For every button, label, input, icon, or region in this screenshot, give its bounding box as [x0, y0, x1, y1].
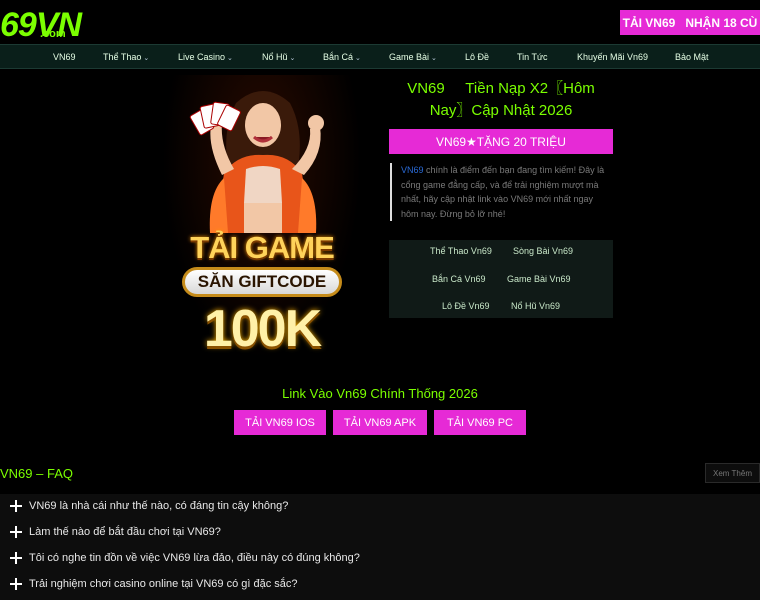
- faq-item[interactable]: Làm thế nào để bắt đầu chơi tại VN69?: [10, 526, 221, 538]
- nav-item-ban-ca[interactable]: Bắn Cá ⌄: [323, 52, 361, 62]
- faq-question: VN69 là nhà cái như thế nào, có đáng tin…: [29, 500, 289, 512]
- bonus-cta-button[interactable]: VN69★TẶNG 20 TRIỆU: [389, 129, 613, 154]
- vn69-link[interactable]: VN69: [401, 165, 424, 175]
- quick-link-ban-ca[interactable]: Bắn Cá Vn69: [432, 274, 486, 284]
- chevron-down-icon: ⌄: [289, 55, 296, 62]
- quick-link-lo-de[interactable]: Lô Đề Vn69: [442, 301, 490, 311]
- intro-text: chính là điểm đến bạn đang tìm kiếm! Đây…: [401, 165, 605, 219]
- nav-label: Tin Tức: [517, 52, 548, 62]
- nav-item-tin-tuc[interactable]: Tin Tức: [517, 52, 548, 62]
- faq-item[interactable]: Tôi có nghe tin đồn về việc VN69 lừa đảo…: [10, 552, 360, 564]
- chevron-down-icon: ⌄: [355, 55, 361, 62]
- nav-label: Khuyến Mãi Vn69: [577, 52, 649, 62]
- cta-label-left: TẢI VN69: [622, 15, 676, 30]
- quick-links-panel: Thể Thao Vn69 Sòng Bài Vn69 Bắn Cá Vn69 …: [389, 240, 613, 318]
- faq-item[interactable]: Trải nghiệm chơi casino online tại VN69 …: [10, 578, 298, 590]
- chevron-down-icon: ⌄: [143, 55, 150, 62]
- quick-link-game-bai[interactable]: Game Bài Vn69: [507, 274, 571, 284]
- nav-item-lo-de[interactable]: Lô Đề: [465, 52, 489, 62]
- nav-label: Thể Thao: [103, 52, 142, 62]
- faq-question: Tôi có nghe tin đồn về việc VN69 lừa đảo…: [29, 552, 360, 564]
- nav-label: Nổ Hũ: [262, 52, 288, 62]
- nav-label: Bảo Mật: [675, 52, 709, 62]
- see-more-button[interactable]: Xem Thêm: [705, 463, 760, 483]
- plus-icon: [10, 526, 22, 538]
- promo-amount: 100K: [203, 300, 322, 358]
- nav-label: Bắn Cá: [323, 52, 354, 62]
- faq-question: Trải nghiệm chơi casino online tại VN69 …: [29, 578, 298, 590]
- site-logo[interactable]: 69VN .com: [0, 2, 82, 42]
- quick-link-song-bai[interactable]: Sòng Bài Vn69: [513, 246, 573, 256]
- nav-item-bao-mat[interactable]: Bảo Mật: [675, 52, 709, 62]
- chevron-down-icon: ⌄: [227, 55, 233, 62]
- download-pc-button[interactable]: TẢI VN69 PC: [434, 410, 526, 435]
- nav-label: Live Casino: [178, 52, 226, 62]
- nav-item-khuyen-mai[interactable]: Khuyến Mãi Vn69: [577, 52, 648, 62]
- promo-headline: TẢI GAME: [190, 230, 335, 265]
- giftcode-badge: SĂN GIFTCODE: [182, 267, 342, 297]
- plus-icon: [10, 552, 22, 564]
- nav-item-no-hu[interactable]: Nổ Hũ ⌄: [262, 52, 295, 62]
- plus-icon: [10, 578, 22, 590]
- site-header: 69VN .com TẢI VN69 NHẬN 18 CÙ: [0, 0, 760, 44]
- download-apk-button[interactable]: TẢI VN69 APK: [333, 410, 427, 435]
- quick-link-the-thao[interactable]: Thể Thao Vn69: [430, 246, 492, 256]
- model-illustration: [189, 91, 324, 233]
- nav-item-the-thao[interactable]: Thể Thao ⌄: [103, 52, 149, 62]
- intro-paragraph: VN69 chính là điểm đến bạn đang tìm kiếm…: [390, 163, 612, 221]
- chevron-down-icon: ⌄: [431, 55, 437, 62]
- plus-icon: [10, 500, 22, 512]
- faq-list: VN69 là nhà cái như thế nào, có đáng tin…: [0, 494, 760, 600]
- cta-label-right: NHẬN 18 CÙ: [685, 15, 758, 30]
- download-ios-button[interactable]: TẢI VN69 IOS: [234, 410, 326, 435]
- nav-item-game-bai[interactable]: Game Bài ⌄: [389, 52, 437, 62]
- nav-label: VN69: [53, 52, 76, 62]
- download-section-title: Link Vào Vn69 Chính Thống 2026: [282, 386, 478, 401]
- faq-question: Làm thế nào để bắt đầu chơi tại VN69?: [29, 526, 221, 538]
- logo-domain: .com: [40, 28, 66, 40]
- nav-label: Game Bài: [389, 52, 430, 62]
- nav-label: Lô Đề: [465, 52, 490, 62]
- faq-item[interactable]: VN69 là nhà cái như thế nào, có đáng tin…: [10, 500, 288, 512]
- faq-title: VN69 – FAQ: [0, 466, 73, 481]
- download-cta-button[interactable]: TẢI VN69 NHẬN 18 CÙ: [620, 10, 760, 35]
- promo-banner-image[interactable]: TẢI GAME SĂN GIFTCODE 100K: [162, 75, 362, 360]
- quick-link-no-hu[interactable]: Nổ Hũ Vn69: [511, 301, 560, 311]
- nav-item-live-casino[interactable]: Live Casino ⌄: [178, 52, 233, 62]
- nav-item-vn69[interactable]: VN69: [53, 52, 76, 62]
- main-nav: VN69 Thể Thao ⌄ Live Casino ⌄ Nổ Hũ ⌄ Bắn C…: [0, 44, 760, 69]
- page-title: VN69 Tiền Nạp X2〖Hôm Nay〗Cập Nhật 2026: [407, 80, 599, 119]
